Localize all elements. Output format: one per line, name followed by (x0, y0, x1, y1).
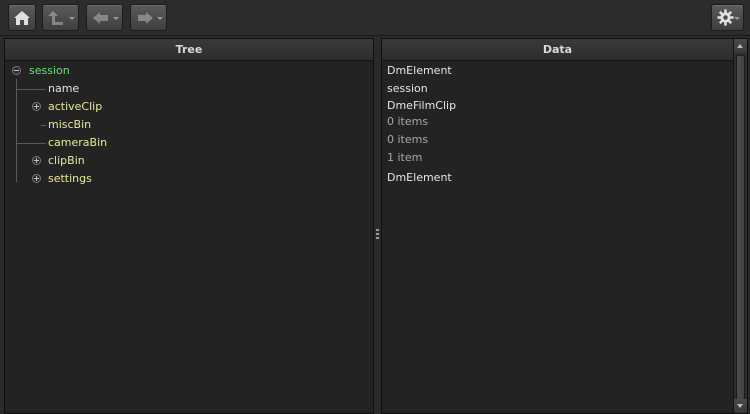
tree-item-name[interactable]: name (48, 80, 79, 98)
back-arrow-icon (93, 12, 108, 24)
tree-item-label: name (48, 82, 80, 95)
tree-item-label: miscBin (48, 118, 92, 131)
tree-item-miscbin[interactable]: miscBin (48, 116, 91, 134)
up-button[interactable] (42, 4, 79, 31)
scroll-down-arrow-icon[interactable] (734, 399, 747, 413)
expand-icon[interactable] (32, 174, 41, 183)
data-view: DmElement session DmeFilmClip 0 items 0 … (382, 62, 733, 413)
forward-arrow-icon (138, 12, 153, 24)
tree-panel: Tree session name activeClip miscBin cam… (4, 38, 374, 414)
tree-item-clipbin[interactable]: clipBin (32, 152, 85, 170)
tree-view: session name activeClip miscBin cameraBi… (5, 62, 373, 413)
splitter-grip-icon[interactable] (376, 229, 379, 241)
gear-icon (717, 9, 734, 26)
home-button[interactable] (8, 4, 36, 31)
tree-item-settings[interactable]: settings (32, 170, 92, 188)
tree-item-label: clipBin (48, 154, 85, 167)
tree-item-label: settings (48, 172, 92, 185)
scroll-thumb[interactable] (736, 55, 745, 400)
data-panel: Data DmElement session DmeFilmClip 0 ite… (381, 38, 748, 414)
data-value[interactable]: DmElement (387, 169, 452, 187)
dropdown-caret-icon (157, 17, 163, 20)
tree-item-session[interactable]: session (12, 62, 70, 80)
pane-splitter[interactable] (374, 38, 381, 414)
data-value[interactable]: 0 items (387, 131, 428, 149)
tree-item-label: session (29, 64, 70, 77)
dropdown-caret-icon (113, 17, 119, 20)
back-button[interactable] (86, 4, 123, 31)
home-icon (14, 11, 30, 25)
dropdown-caret-icon (734, 17, 740, 20)
toolbar (0, 0, 750, 36)
settings-button[interactable] (711, 4, 744, 31)
collapse-icon[interactable] (12, 66, 21, 75)
tree-connector (16, 79, 17, 182)
tree-item-activeclip[interactable]: activeClip (32, 98, 102, 116)
data-value[interactable]: session (387, 80, 428, 98)
tree-connector (16, 89, 46, 90)
tree-item-label: activeClip (48, 100, 103, 113)
vertical-scrollbar[interactable] (733, 39, 747, 413)
tree-item-label: cameraBin (48, 136, 108, 149)
data-header[interactable]: Data (382, 39, 733, 61)
dropdown-caret-icon (69, 17, 75, 20)
expand-icon[interactable] (32, 102, 41, 111)
scroll-up-arrow-icon[interactable] (734, 39, 747, 53)
tree-connector (16, 143, 46, 144)
tree-connector (41, 125, 46, 126)
forward-button[interactable] (130, 4, 167, 31)
data-value[interactable]: DmElement (387, 62, 452, 80)
data-value[interactable]: 0 items (387, 113, 428, 131)
expand-icon[interactable] (32, 156, 41, 165)
tree-item-camerabin[interactable]: cameraBin (48, 134, 107, 152)
tree-header[interactable]: Tree (5, 39, 373, 61)
up-arrow-icon (48, 11, 63, 25)
data-value[interactable]: 1 item (387, 149, 422, 167)
